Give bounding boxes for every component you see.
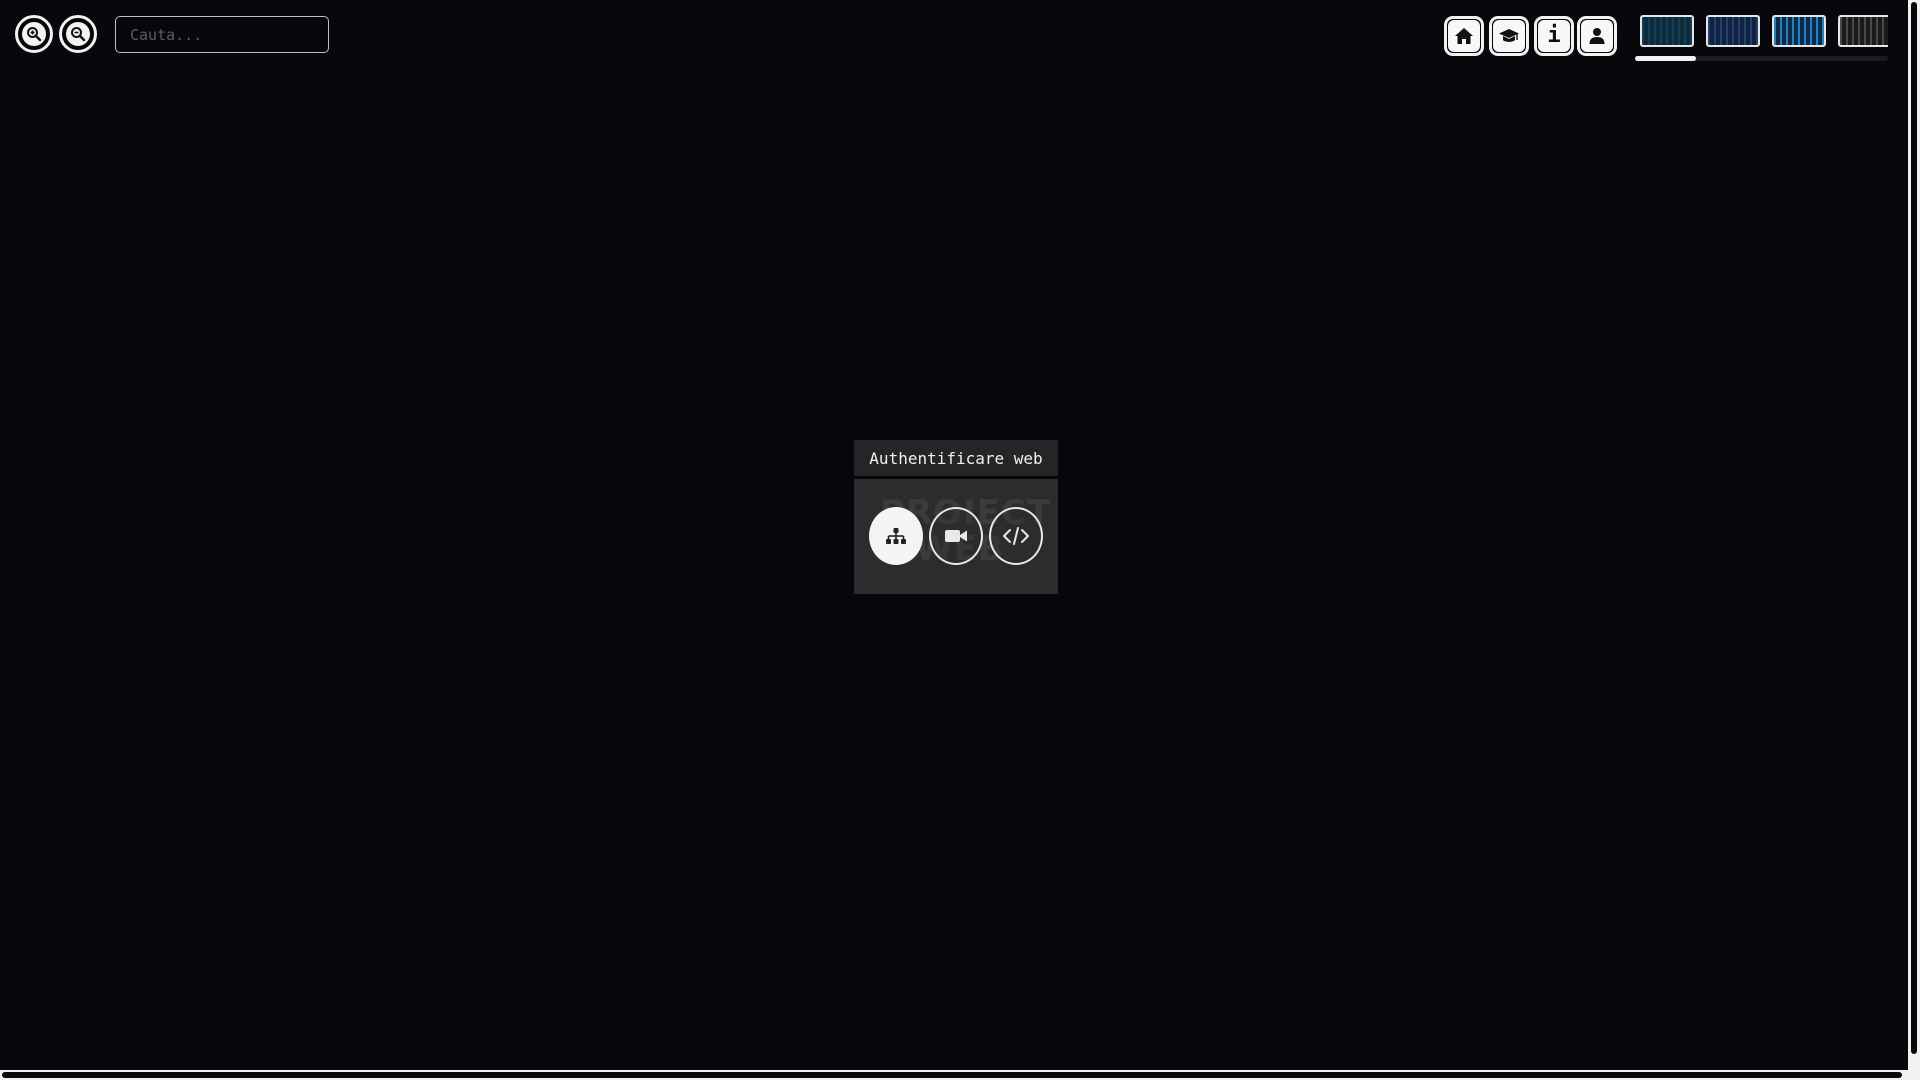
node-title[interactable]: Authentificare web — [854, 440, 1058, 476]
canvas[interactable]: i Authentificare web PROIECT WEB — [0, 0, 1908, 1070]
node-card[interactable]: PROIECT WEB — [854, 479, 1058, 594]
home-button[interactable] — [1444, 16, 1484, 56]
structure-button[interactable] — [869, 507, 923, 565]
video-camera-icon — [945, 530, 967, 542]
code-button[interactable] — [989, 507, 1043, 565]
zoom-in-button[interactable] — [15, 15, 53, 53]
search-input[interactable] — [115, 16, 329, 53]
info-button[interactable]: i — [1534, 16, 1574, 56]
account-button[interactable] — [1577, 16, 1617, 56]
theme-thumbnail-3[interactable] — [1772, 15, 1826, 47]
courses-button[interactable] — [1489, 16, 1529, 56]
horizontal-scrollbar[interactable] — [0, 1070, 1908, 1080]
theme-carousel[interactable] — [1635, 12, 1888, 62]
theme-thumbnail-2[interactable] — [1706, 15, 1760, 47]
info-icon: i — [1547, 23, 1561, 48]
user-icon — [1589, 28, 1605, 44]
zoom-out-icon — [66, 22, 90, 46]
code-icon — [1003, 527, 1029, 545]
graduation-cap-icon — [1499, 29, 1519, 42]
zoom-in-icon — [22, 22, 46, 46]
home-icon — [1455, 28, 1473, 44]
carousel-scroll-thumb[interactable] — [1635, 56, 1696, 61]
theme-thumbnail-4[interactable] — [1838, 15, 1888, 47]
vertical-scroll-thumb[interactable] — [1911, 2, 1917, 1054]
sitemap-icon — [886, 528, 906, 544]
zoom-out-button[interactable] — [59, 15, 97, 53]
carousel-scrollbar[interactable] — [1635, 56, 1888, 61]
horizontal-scroll-thumb[interactable] — [2, 1072, 1902, 1078]
video-button[interactable] — [929, 507, 983, 565]
theme-thumbnail-1[interactable] — [1640, 15, 1694, 47]
vertical-scrollbar[interactable] — [1908, 0, 1920, 1080]
